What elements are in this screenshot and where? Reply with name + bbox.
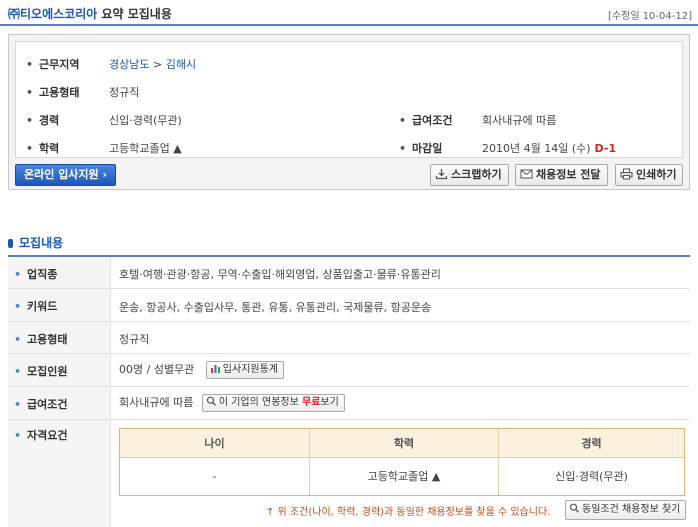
- title-suffix: 요약 모집내용: [101, 7, 172, 21]
- location-value: 경상남도 > 김해시: [109, 56, 196, 72]
- salary-info-label-pre: 이 기업의 연봉정보: [218, 397, 299, 408]
- qual-cell-career: 신입·경력(무관): [555, 470, 628, 483]
- find-same-condition-label: 동일조건 채용정보 찾기: [582, 504, 681, 515]
- qualification-label: 자격요건: [14, 427, 67, 443]
- qual-header-education: 학력: [310, 429, 499, 458]
- detail-row-employment: 고용형태 정규직: [8, 322, 690, 354]
- keyword-label: 키워드: [14, 298, 57, 314]
- print-button[interactable]: 인쇄하기: [615, 164, 684, 186]
- salary-label-cell: 급여조건: [8, 387, 111, 419]
- industry-value[interactable]: 호텔·여행·관광·항공, 무역·수출입·해외영업, 상품입출고·물류·유통관리: [119, 266, 441, 282]
- mail-icon: [520, 167, 533, 179]
- online-apply-button[interactable]: 온라인 입사지원 ›: [15, 164, 117, 186]
- send-job-button[interactable]: 채용정보 전달: [515, 164, 608, 186]
- headcount-value: 00명 / 성별무관: [119, 363, 195, 376]
- employment-value: 정규직: [109, 86, 140, 99]
- headcount-value-row: 00명 / 성별무관 입사지원통계: [119, 361, 284, 379]
- send-job-label: 채용정보 전달: [536, 168, 601, 181]
- apply-stats-button[interactable]: 입사지원통계: [205, 361, 284, 379]
- deadline-date: 2010년 4월 14일 (수): [482, 142, 591, 155]
- deadline-dday: D-1: [594, 142, 617, 155]
- company-name[interactable]: ㈜티오에스코리아: [8, 7, 97, 21]
- location-region-link[interactable]: 경상남도: [109, 58, 149, 71]
- scrap-button[interactable]: 스크랩하기: [430, 164, 509, 186]
- apply-stats-label: 입사지원통계: [222, 364, 278, 375]
- detail-row-salary: 급여조건 회사내규에 따름 이 기업의 연봉정보 무료보기: [8, 387, 690, 420]
- employment-label: 고용형태: [26, 84, 79, 100]
- updated-date: [수정일 10-04-12]: [608, 11, 692, 22]
- summary-career-row: 경력 신입·경력(무관): [26, 112, 326, 128]
- qual-cell-education: 고등학교졸업 ▲: [310, 459, 499, 495]
- detail-salary-label: 급여조건: [14, 396, 67, 412]
- salary-value: 회사내규에 따름: [482, 114, 557, 127]
- summary-education-row: 학력 고등학교졸업 ▲: [26, 140, 326, 156]
- salary-info-button[interactable]: 이 기업의 연봉정보 무료보기: [201, 394, 345, 412]
- detail-row-keyword: 키워드 운송, 항공사, 수출입사무, 통관, 유통, 유통관리, 국제물류, …: [8, 289, 690, 322]
- section-title: 모집내용: [8, 234, 63, 251]
- career-label: 경력: [26, 112, 59, 128]
- detail-employment-label: 고용형태: [14, 331, 67, 347]
- industry-label-cell: 업직종: [8, 257, 111, 288]
- scrap-label: 스크랩하기: [451, 168, 502, 181]
- magnifier-icon: [569, 502, 580, 513]
- education-value: 고등학교졸업 ▲: [109, 142, 182, 155]
- download-icon: [435, 167, 448, 180]
- keyword-value[interactable]: 운송, 항공사, 수출입사무, 통관, 유통, 유통관리, 국제물류, 항공운송: [119, 299, 431, 315]
- summary-location-row: 근무지역 경상남도 > 김해시: [26, 56, 326, 72]
- deadline-value: 2010년 4월 14일 (수) D-1: [482, 140, 616, 156]
- headcount-label-cell: 모집인원: [8, 354, 111, 386]
- summary-salary-row: 급여조건 회사내규에 따름: [399, 112, 679, 128]
- magnifier-icon: [206, 396, 217, 406]
- qualification-label-cell: 자격요건: [8, 420, 111, 527]
- section-title-text: 모집내용: [19, 236, 64, 250]
- section-bullet-icon: [8, 239, 13, 248]
- employment-label-cell: 고용형태: [8, 322, 111, 353]
- print-label: 인쇄하기: [636, 168, 677, 181]
- summary-deadline-row: 마감일 2010년 4월 14일 (수)D-1: [399, 140, 679, 156]
- detail-salary-value: 회사내규에 따름: [119, 396, 194, 409]
- bar-chart-icon: [210, 363, 221, 373]
- qual-header-age: 나이: [120, 429, 310, 458]
- page-title: ㈜티오에스코리아 요약 모집내용: [8, 5, 172, 22]
- summary-box: 근무지역 경상남도 > 김해시 고용형태 정규직 경력 신입·경력(무관) 급여…: [8, 34, 690, 190]
- summary-employment-row: 고용형태 정규직: [26, 84, 326, 100]
- find-same-condition-button[interactable]: 동일조건 채용정보 찾기: [565, 500, 687, 520]
- qual-cell-age: -: [120, 459, 310, 495]
- print-icon: [620, 167, 633, 180]
- salary-info-free: 무료: [302, 397, 321, 408]
- education-label: 학력: [26, 140, 59, 156]
- industry-label: 업직종: [14, 266, 57, 282]
- salary-value-row: 회사내규에 따름 이 기업의 연봉정보 무료보기: [119, 394, 345, 412]
- headcount-label: 모집인원: [14, 363, 67, 379]
- qualification-note: ↑ 위 조건(나이, 학력, 경력)과 동일한 채용정보를 찾을 수 있습니다.: [266, 507, 551, 518]
- detail-row-industry: 업직종 호텔·여행·관광·항공, 무역·수출입·해외영업, 상품입출고·물류·유…: [8, 257, 690, 289]
- keyword-label-cell: 키워드: [8, 289, 111, 321]
- qualification-table: 나이 학력 경력 - 고등학교졸업 ▲ 신입·경력(무관): [119, 428, 685, 496]
- location-separator: >: [152, 58, 163, 71]
- detail-employment-value: 정규직: [119, 333, 150, 346]
- location-city-link[interactable]: 김해시: [166, 58, 196, 71]
- location-label: 근무지역: [26, 56, 79, 72]
- summary-panel: 근무지역 경상남도 > 김해시 고용형태 정규직 경력 신입·경력(무관) 급여…: [15, 41, 683, 158]
- career-value: 신입·경력(무관): [109, 114, 182, 127]
- qual-header-career: 경력: [499, 429, 684, 458]
- salary-label: 급여조건: [399, 112, 452, 128]
- salary-info-label-post: 보기: [320, 397, 339, 408]
- detail-row-headcount: 모집인원 00명 / 성별무관 입사지원통계: [8, 354, 690, 387]
- page-header: ㈜티오에스코리아 요약 모집내용 [수정일 10-04-12]: [0, 0, 698, 26]
- deadline-label: 마감일: [399, 140, 442, 156]
